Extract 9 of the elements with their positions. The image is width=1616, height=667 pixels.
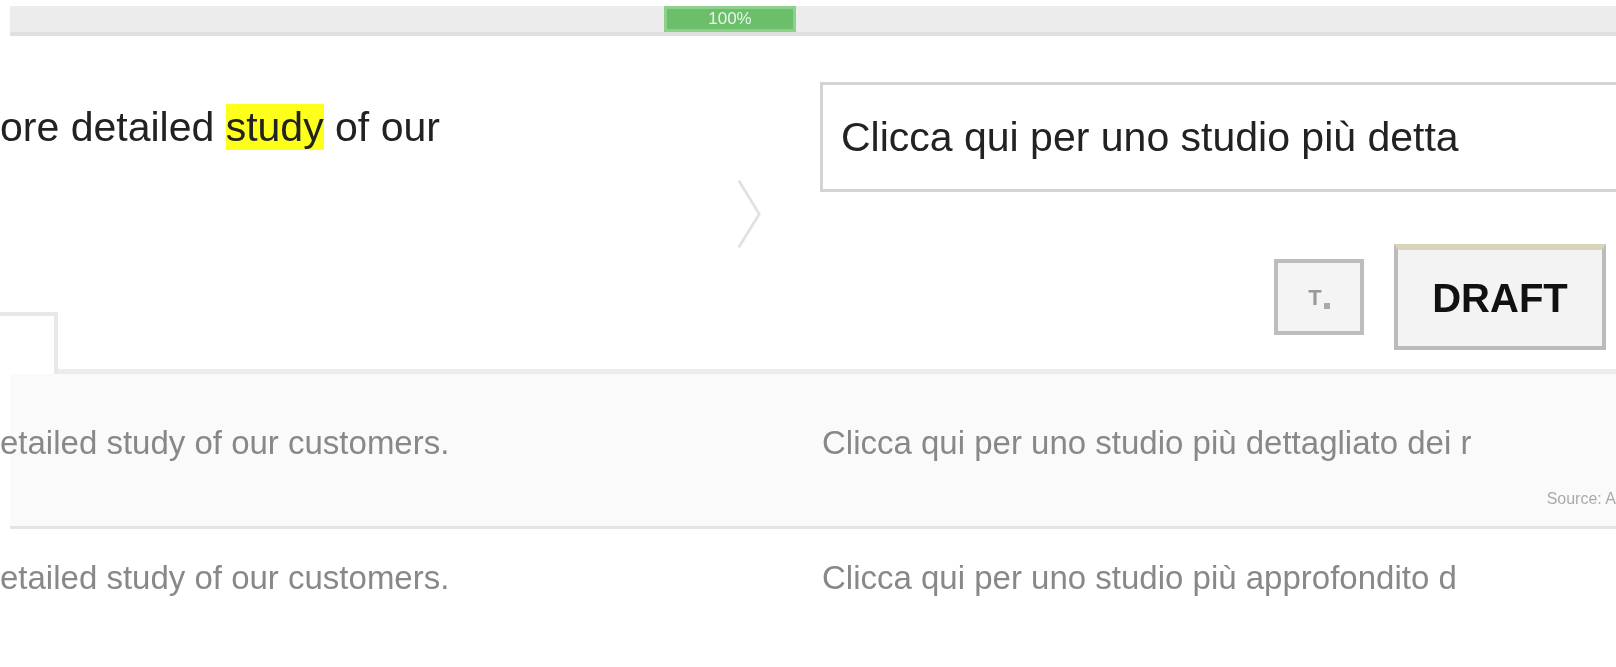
source-text: ore detailed study of our bbox=[0, 104, 441, 151]
progress-badge: 100% bbox=[664, 6, 796, 32]
source-cell-text: etailed study of our customers. bbox=[0, 559, 451, 597]
source-note: Source: A bbox=[1546, 490, 1616, 508]
translation-field[interactable]: Clicca qui per uno studio più detta bbox=[820, 82, 1616, 192]
source-cell-text: etailed study of our customers. bbox=[0, 424, 451, 462]
target-cell: Clicca qui per uno studio più dettagliato dei r bbox=[822, 424, 1472, 462]
target-cell: Clicca qui per uno studio più approfondito d bbox=[822, 559, 1457, 597]
draft-button[interactable]: DRAFT bbox=[1394, 244, 1606, 350]
